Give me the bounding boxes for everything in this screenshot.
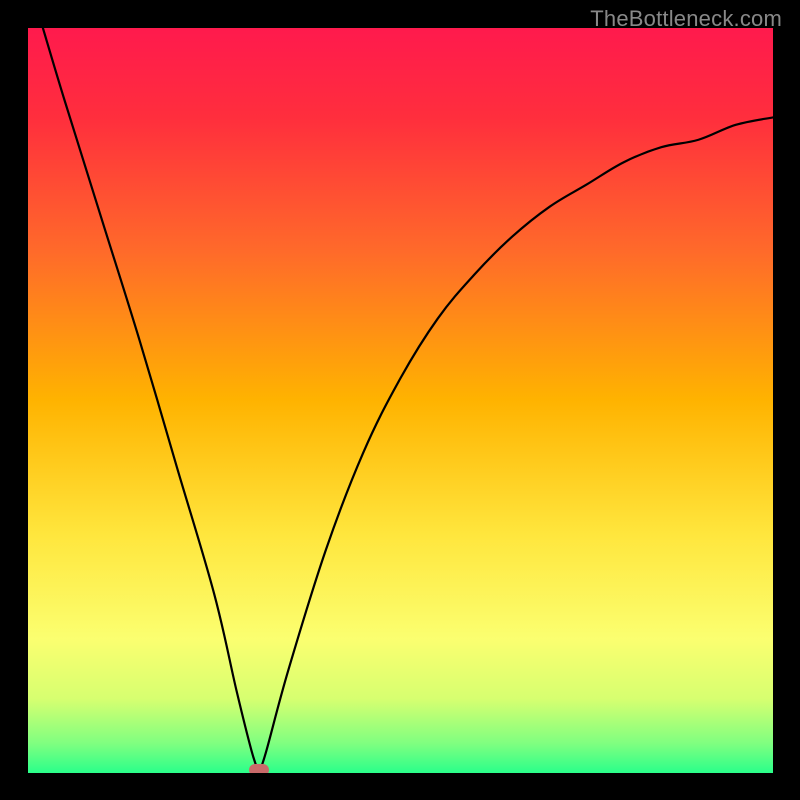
chart-plot-area (28, 28, 773, 773)
watermark-text: TheBottleneck.com (590, 6, 782, 32)
minimum-marker (249, 764, 269, 773)
bottleneck-curve (28, 28, 773, 773)
